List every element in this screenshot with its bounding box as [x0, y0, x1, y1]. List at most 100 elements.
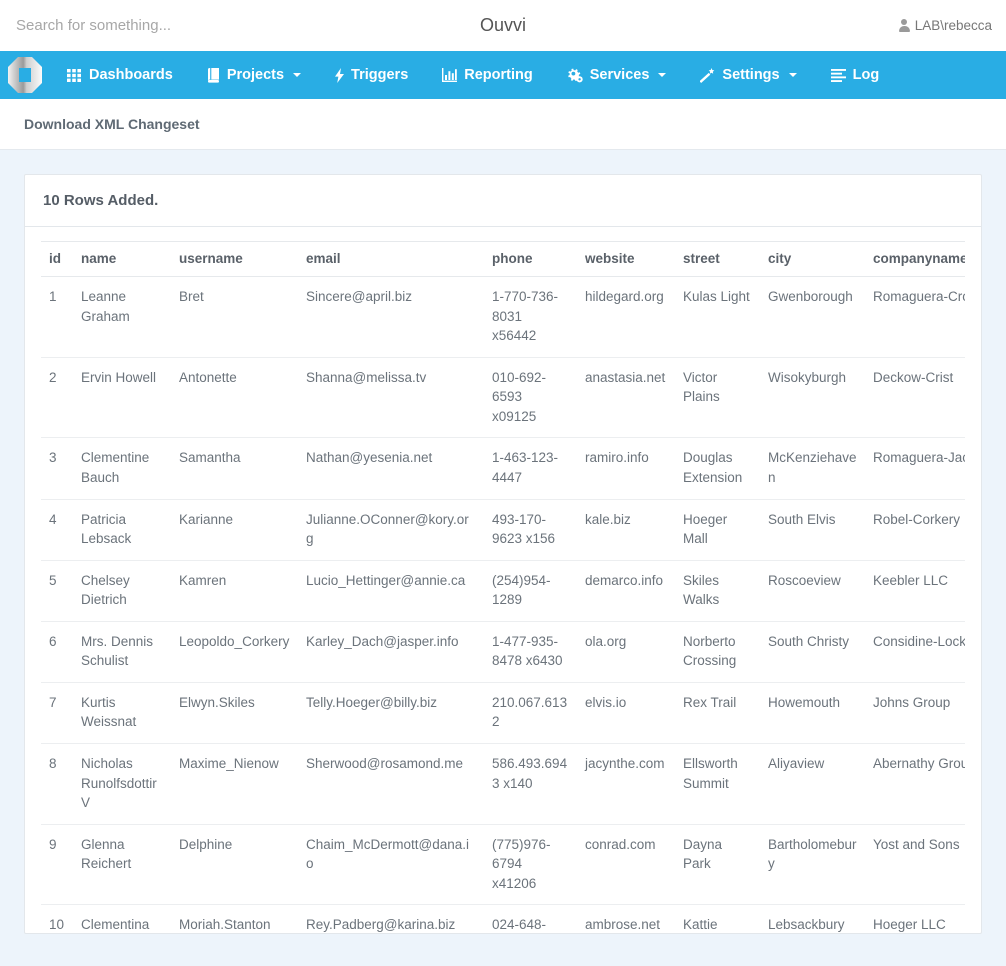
page-content: 10 Rows Added. id name username email ph… [0, 150, 1006, 934]
table-row: 3 Clementine Bauch Samantha Nathan@yesenia.… [41, 437, 965, 500]
cell-street: Victor Plains [675, 357, 760, 439]
cell-email: Nathan@yesenia.net [298, 437, 484, 500]
main-navbar: Dashboards Projects Triggers Reporting S… [0, 51, 1006, 99]
cell-phone: 586.493.6943 x140 [484, 743, 577, 825]
cell-id: 7 [41, 682, 73, 745]
cell-username: Kamren [171, 560, 298, 622]
cell-phone: 493-170-9623 x156 [484, 499, 577, 561]
column-header-name[interactable]: name [73, 241, 171, 277]
cell-website: ola.org [577, 621, 675, 683]
search-input[interactable] [14, 5, 344, 46]
nav-item-label: Log [852, 67, 880, 83]
table-row: 7 Kurtis Weissnat Elwyn.Skiles Telly.Hoeger… [41, 682, 965, 745]
cell-companyname: Romaguera-Crona [865, 276, 965, 358]
cell-username: Maxime_Nienow [171, 743, 298, 825]
table-row: 9 Glenna Reichert Delphine Chaim_McDermott@… [41, 824, 965, 906]
bar-chart-icon [442, 68, 458, 82]
nav-item-label: Triggers [351, 67, 409, 83]
table-body: 1 Leanne Graham Bret Sincere@april.biz 1-770… [41, 276, 965, 933]
nav-item-log[interactable]: Log [814, 51, 897, 99]
cell-website: demarco.info [577, 560, 675, 622]
user-name-label: LAB\rebecca [914, 18, 992, 33]
cell-name: Kurtis Weissnat [73, 682, 171, 745]
cell-street: Kattie Turnpike [675, 904, 760, 933]
cell-username: Delphine [171, 824, 298, 906]
results-panel: 10 Rows Added. id name username email ph… [24, 174, 982, 934]
cell-username: Samantha [171, 437, 298, 500]
grid-icon [67, 68, 82, 82]
cell-phone: 010-692-6593 x09125 [484, 357, 577, 439]
cell-companyname: Hoeger LLC [865, 904, 965, 933]
cell-name: Ervin Howell [73, 357, 171, 439]
cell-street: Douglas Extension [675, 437, 760, 500]
cell-name: Glenna Reichert [73, 824, 171, 906]
cell-phone: 024-648-3804 [484, 904, 577, 933]
cell-id: 10 [41, 904, 73, 933]
user-icon [898, 19, 910, 32]
cell-phone: 210.067.6132 [484, 682, 577, 745]
cell-id: 4 [41, 499, 73, 561]
table-row: 6 Mrs. Dennis Schulist Leopoldo_Corkery Kar… [41, 621, 965, 683]
cell-companyname: Romaguera-Jacobson [865, 437, 965, 500]
cell-companyname: Robel-Corkery [865, 499, 965, 561]
cell-companyname: Johns Group [865, 682, 965, 745]
column-header-email[interactable]: email [298, 241, 484, 277]
cell-website: kale.biz [577, 499, 675, 561]
cell-username: Bret [171, 276, 298, 358]
nav-item-settings[interactable]: Settings [683, 51, 813, 99]
column-header-companyname[interactable]: companyname [865, 241, 965, 277]
nav-item-projects[interactable]: Projects [190, 51, 318, 99]
nav-item-reporting[interactable]: Reporting [425, 51, 549, 99]
column-header-street[interactable]: street [675, 241, 760, 277]
nav-item-dashboards[interactable]: Dashboards [50, 51, 190, 99]
table-row: 4 Patricia Lebsack Karianne Julianne.OConne… [41, 499, 965, 561]
cell-username: Leopoldo_Corkery [171, 621, 298, 683]
table-header-row: id name username email phone website str… [41, 241, 965, 277]
cell-id: 8 [41, 743, 73, 825]
column-header-website[interactable]: website [577, 241, 675, 277]
cell-companyname: Considine-Lockman [865, 621, 965, 683]
cell-website: conrad.com [577, 824, 675, 906]
cell-city: Wisokyburgh [760, 357, 865, 439]
cell-id: 1 [41, 276, 73, 358]
cell-phone: 1-477-935-8478 x6430 [484, 621, 577, 683]
nav-item-services[interactable]: Services [550, 51, 684, 99]
list-icon [830, 68, 846, 82]
cell-id: 5 [41, 560, 73, 622]
cell-street: Skiles Walks [675, 560, 760, 622]
cell-username: Elwyn.Skiles [171, 682, 298, 745]
gears-icon [567, 68, 583, 83]
cell-city: South Elvis [760, 499, 865, 561]
table-row: 2 Ervin Howell Antonette Shanna@melissa.tv 0… [41, 357, 965, 439]
cell-phone: (775)976-6794 x41206 [484, 824, 577, 906]
cell-id: 3 [41, 437, 73, 500]
user-menu[interactable]: LAB\rebecca [898, 18, 992, 33]
cell-website: hildegard.org [577, 276, 675, 358]
cell-phone: 1-770-736-8031 x56442 [484, 276, 577, 358]
cell-name: Nicholas Runolfsdottir V [73, 743, 171, 825]
cell-name: Clementina DuBuque [73, 904, 171, 933]
chevron-down-icon [658, 73, 667, 77]
column-header-username[interactable]: username [171, 241, 298, 277]
panel-heading: 10 Rows Added. [25, 175, 981, 227]
cell-name: Clementine Bauch [73, 437, 171, 500]
table-scroll-viewport[interactable]: id name username email phone website str… [41, 241, 965, 933]
cell-companyname: Abernathy Group [865, 743, 965, 825]
ouvvi-logo-icon[interactable] [0, 51, 50, 99]
cell-email: Julianne.OConner@kory.org [298, 499, 484, 561]
download-xml-changeset-link[interactable]: Download XML Changeset [24, 116, 200, 132]
cell-username: Antonette [171, 357, 298, 439]
column-header-city[interactable]: city [760, 241, 865, 277]
cell-city: Lebsackbury [760, 904, 865, 933]
nav-item-triggers[interactable]: Triggers [318, 51, 425, 99]
nav-item-label: Reporting [464, 67, 533, 83]
cell-id: 6 [41, 621, 73, 683]
cell-name: Leanne Graham [73, 276, 171, 358]
cell-phone: 1-463-123-4447 [484, 437, 577, 500]
column-header-phone[interactable]: phone [484, 241, 577, 277]
cell-city: South Christy [760, 621, 865, 683]
cell-companyname: Yost and Sons [865, 824, 965, 906]
cell-street: Dayna Park [675, 824, 760, 906]
column-header-id[interactable]: id [41, 241, 73, 277]
cell-email: Lucio_Hettinger@annie.ca [298, 560, 484, 622]
